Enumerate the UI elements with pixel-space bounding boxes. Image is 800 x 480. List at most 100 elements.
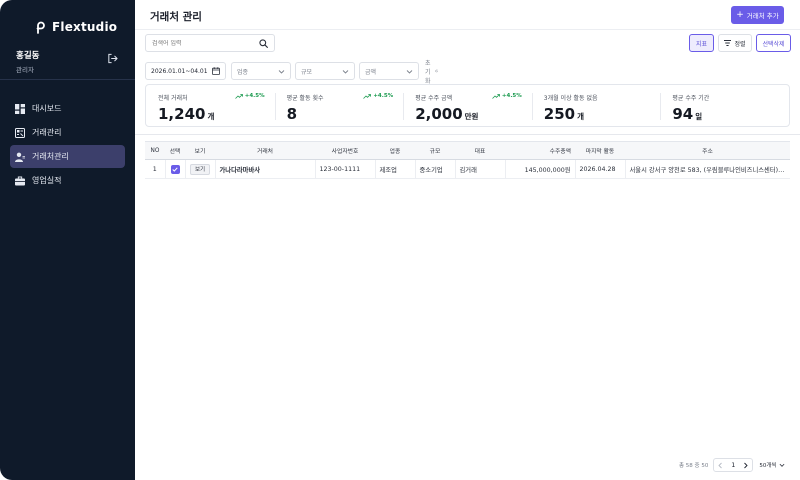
date-range-picker[interactable]: 2026.01.01~04.01 — [145, 62, 226, 80]
size-select-value: 규모 — [301, 68, 313, 76]
column-header[interactable]: 마지막 활동 — [575, 141, 625, 160]
main-content: 거래처 관리 + 거래처 추가 지표 정렬 선택삭제 2026.01.01~04… — [135, 0, 800, 480]
cell-view: 보기 — [185, 159, 216, 179]
column-header[interactable]: 거래처 — [215, 141, 315, 160]
add-client-label: 거래처 추가 — [746, 12, 779, 20]
cell-ceo: 김거래 — [455, 159, 506, 179]
stat-total-clients: 전체 거래처 1,240 개 +4.5% — [146, 85, 275, 126]
table-header-row: NO 선택 보기 거래처 사업자번호 업종 규모 대표 수주총액 마지막 활동 … — [145, 141, 790, 160]
stat-value: 1,240 개 — [158, 105, 215, 123]
cell-no: 1 — [145, 159, 166, 179]
stat-inactive-3-months: 3개월 이상 활동 없음 250 개 — [531, 85, 661, 126]
cell-industry: 제조업 — [375, 159, 416, 179]
brand-name: Flextudio — [52, 20, 118, 34]
column-header[interactable]: 업종 — [375, 141, 415, 160]
sidebar-item-label: 영업실적 — [32, 176, 62, 185]
cell-select — [165, 159, 186, 179]
logo-mark-icon — [36, 21, 45, 34]
sidebar-item-dashboard[interactable]: 대시보드 — [10, 97, 125, 120]
sidebar-item-deals[interactable]: 거래관리 — [10, 121, 125, 144]
date-range-value: 2026.01.01~04.01 — [151, 67, 208, 75]
client-icon — [15, 152, 25, 162]
chevron-left-icon[interactable] — [717, 462, 724, 469]
view-button[interactable]: 보기 — [189, 163, 211, 175]
column-header[interactable]: 선택 — [165, 141, 185, 160]
add-client-button[interactable]: + 거래처 추가 — [731, 6, 784, 24]
sidebar: Flextudio 홍길동 관리자 대시보드 거래관리 거래처관리 영업실적 — [0, 0, 135, 480]
deal-icon — [15, 127, 25, 138]
sidebar-item-clients[interactable]: 거래처관리 — [10, 145, 125, 168]
header-divider — [135, 29, 800, 30]
reset-label: 초기화 — [425, 59, 431, 85]
chevron-down-icon — [278, 69, 285, 74]
dashboard-icon — [15, 103, 25, 114]
sidebar-divider — [0, 79, 135, 80]
sidebar-item-label: 거래관리 — [32, 128, 62, 137]
user-name: 홍길동 — [16, 51, 40, 61]
plus-icon: + — [736, 9, 744, 20]
chevron-down-icon — [342, 69, 349, 74]
stat-label: 평균 수주 기간 — [672, 95, 710, 102]
per-page-select[interactable]: 50개씩 — [759, 461, 784, 469]
size-select[interactable]: 규모 — [295, 62, 355, 80]
reset-filters-button[interactable]: 초기화 — [425, 60, 439, 85]
table-row[interactable]: 1 보기 가나다라마바사 123-00-1111 제조업 중소기업 김거래 14… — [145, 159, 790, 179]
amount-select[interactable]: 금액 — [359, 62, 419, 80]
total-count: 총 58 중 50 — [679, 463, 709, 469]
column-header[interactable]: 주소 — [625, 141, 790, 160]
brand-logo[interactable]: Flextudio — [34, 20, 117, 34]
stat-label: 3개월 이상 활동 없음 — [543, 95, 598, 102]
sidebar-nav: 대시보드 거래관리 거래처관리 영업실적 — [10, 97, 125, 193]
page-navigator: 1 — [713, 458, 754, 472]
stat-avg-activity: 평균 활동 횟수 8 +4.5% — [274, 85, 404, 126]
metrics-button[interactable]: 지표 — [689, 34, 714, 52]
current-page[interactable]: 1 — [731, 461, 735, 469]
column-header[interactable]: 사업자번호 — [315, 141, 375, 160]
cell-client-name[interactable]: 가나다라마바사 — [215, 159, 316, 179]
industry-select[interactable]: 업종 — [231, 62, 291, 80]
column-header[interactable]: NO — [145, 141, 165, 160]
industry-select-value: 업종 — [237, 68, 249, 76]
page-title: 거래처 관리 — [150, 11, 202, 23]
trend-up-icon — [492, 93, 500, 99]
stat-value: 94 일 — [672, 105, 703, 123]
briefcase-icon — [15, 176, 25, 185]
stat-value: 8 — [286, 105, 298, 123]
stat-value: 2,000 만원 — [415, 105, 479, 123]
column-header[interactable]: 수주총액 — [505, 141, 575, 160]
cell-total-orders: 145,000,000원 — [505, 159, 576, 179]
delete-selected-button[interactable]: 선택삭제 — [756, 34, 791, 52]
check-icon — [172, 166, 178, 172]
chevron-right-icon[interactable] — [742, 462, 749, 469]
section-divider — [135, 134, 800, 135]
app-window: Flextudio 홍길동 관리자 대시보드 거래관리 거래처관리 영업실적 거… — [0, 0, 800, 480]
per-page-value: 50개씩 — [759, 463, 777, 469]
row-checkbox[interactable] — [170, 164, 180, 174]
stat-trend: +4.5% — [363, 93, 393, 99]
stat-trend: +4.5% — [234, 93, 265, 99]
column-header[interactable]: 대표 — [455, 141, 505, 160]
column-header[interactable]: 보기 — [185, 141, 215, 160]
sidebar-item-sales[interactable]: 영업실적 — [10, 169, 125, 192]
refresh-icon — [435, 69, 439, 73]
search-input[interactable] — [152, 39, 256, 47]
trend-up-icon — [234, 93, 243, 99]
clients-table: NO 선택 보기 거래처 사업자번호 업종 규모 대표 수주총액 마지막 활동 … — [145, 141, 790, 179]
search-icon[interactable] — [259, 38, 268, 48]
logout-icon[interactable] — [107, 53, 118, 64]
column-header[interactable]: 규모 — [415, 141, 455, 160]
amount-select-value: 금액 — [365, 68, 377, 76]
chevron-down-icon — [406, 69, 413, 74]
chevron-down-icon — [779, 463, 784, 467]
calendar-icon — [212, 67, 220, 75]
search-box — [145, 34, 275, 52]
sort-button[interactable]: 정렬 — [718, 34, 752, 52]
cell-size: 중소기업 — [415, 159, 456, 179]
user-role: 관리자 — [16, 66, 34, 74]
cell-biz-no: 123-00-1111 — [315, 159, 376, 179]
sidebar-item-label: 대시보드 — [32, 104, 62, 113]
user-profile: 홍길동 관리자 — [16, 49, 39, 74]
stat-value: 250 개 — [543, 105, 584, 123]
trend-up-icon — [363, 93, 372, 99]
stat-avg-order-period: 평균 수주 기간 94 일 — [660, 85, 789, 126]
